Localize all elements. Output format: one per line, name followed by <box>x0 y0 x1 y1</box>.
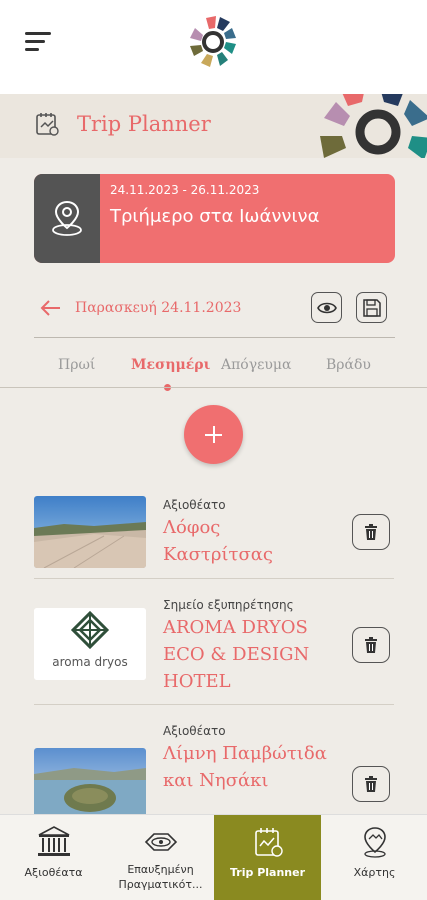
ar-glasses-icon <box>144 833 178 851</box>
trip-planner-icon <box>255 828 283 857</box>
item-separator <box>34 704 394 705</box>
nav-attractions[interactable]: Αξιοθέατα <box>0 815 107 900</box>
eye-icon <box>317 302 337 314</box>
page-title: Trip Planner <box>77 112 211 136</box>
decorative-logo <box>320 94 427 158</box>
item-thumbnail[interactable]: aroma dryos <box>34 608 146 680</box>
page-header: Trip Planner <box>0 94 427 158</box>
view-button[interactable] <box>311 292 342 323</box>
item-name[interactable]: AROMA DRYOS ECO & DESIGN HOTEL <box>163 614 328 695</box>
item-name[interactable]: Λόφος Καστρίτσας <box>163 514 328 568</box>
nav-label: Αξιοθέατα <box>24 866 83 879</box>
trip-dates: 24.11.2023 - 26.11.2023 <box>110 183 260 197</box>
location-pin-icon <box>52 200 82 236</box>
tab-afternoon[interactable]: Απόγευμα <box>221 357 291 373</box>
day-label: Παρασκευή 24.11.2023 <box>75 300 242 316</box>
item-category: Σημείο εξυπηρέτησης <box>163 598 294 612</box>
delete-button[interactable] <box>352 766 390 802</box>
top-bar <box>0 0 427 94</box>
item-category: Αξιοθέατο <box>163 498 226 512</box>
trash-icon <box>365 524 377 540</box>
back-arrow-icon[interactable] <box>40 298 62 318</box>
trip-pin-panel <box>34 174 100 263</box>
nav-label: Trip Planner <box>230 866 305 879</box>
item-name[interactable]: Λίμνη Παμβώτιδα και Νησάκι <box>163 740 328 794</box>
floppy-disk-icon <box>363 299 381 317</box>
nav-map[interactable]: Χάρτης <box>321 815 427 900</box>
save-button[interactable] <box>356 292 387 323</box>
tab-evening[interactable]: Βράδυ <box>326 357 371 373</box>
nav-trip-planner[interactable]: Trip Planner <box>214 815 321 900</box>
tab-morning[interactable]: Πρωί <box>58 357 95 373</box>
app-logo <box>190 16 236 67</box>
nav-augmented-reality[interactable]: Επαυξημένη Πραγματικότ... <box>107 815 214 900</box>
day-selector: Παρασκευή 24.11.2023 <box>34 290 395 338</box>
item-separator <box>34 578 394 579</box>
nav-label: Χάρτης <box>353 866 396 879</box>
monument-icon <box>38 826 70 856</box>
trash-icon <box>365 776 377 792</box>
add-item-button[interactable] <box>184 405 243 464</box>
hotel-logo-text: aroma dryos <box>52 655 128 669</box>
item-thumbnail[interactable] <box>34 496 146 568</box>
item-thumbnail[interactable] <box>34 748 146 820</box>
delete-button[interactable] <box>352 627 390 663</box>
tab-noon[interactable]: Μεσημέρι <box>131 357 210 373</box>
map-pin-icon <box>364 827 386 858</box>
bottom-navigation: Αξιοθέατα Επαυξημένη Πραγματικότ... Trip… <box>0 814 427 900</box>
trip-planner-icon <box>36 113 59 136</box>
delete-button[interactable] <box>352 514 390 550</box>
menu-icon[interactable] <box>25 32 51 52</box>
item-category: Αξιοθέατο <box>163 724 226 738</box>
time-of-day-tabs: Πρωί Μεσημέρι Απόγευμα Βράδυ <box>34 355 395 391</box>
trash-icon <box>365 637 377 653</box>
trip-name: Τριήμερο στα Ιωάννινα <box>110 206 320 227</box>
nav-label: Επαυξημένη Πραγματικότ... <box>118 863 203 891</box>
tabs-divider <box>0 387 427 388</box>
trip-card[interactable]: 24.11.2023 - 26.11.2023 Τριήμερο στα Ιωά… <box>34 174 395 263</box>
